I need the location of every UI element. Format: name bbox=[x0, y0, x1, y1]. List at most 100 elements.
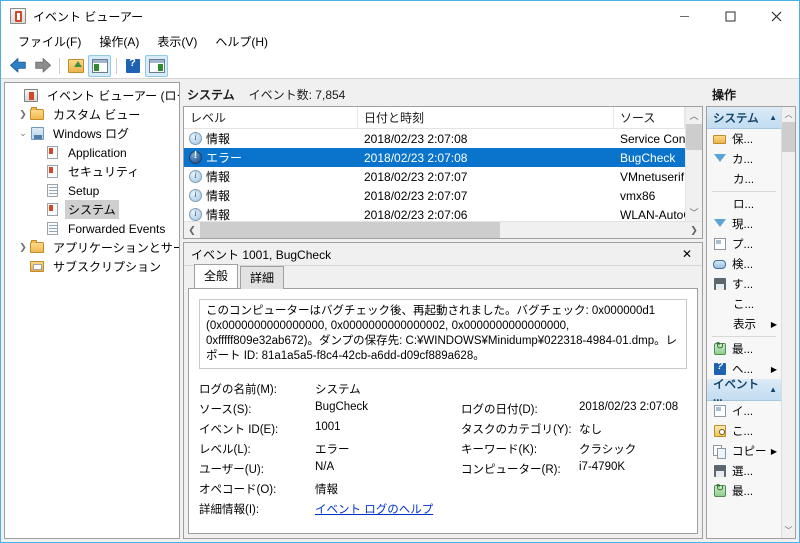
field-label-task-category: タスクのカテゴリ(Y): bbox=[461, 424, 572, 436]
expander-expanded-icon[interactable]: ⌄ bbox=[16, 128, 30, 139]
submenu-arrow-icon[interactable]: ▶ bbox=[771, 365, 781, 374]
action-filter-current-log[interactable]: 現... bbox=[707, 214, 781, 234]
table-row[interactable]: 情報 2018/02/23 2:07:07 vmx86 bbox=[184, 186, 685, 205]
field-label-log-name: ログの名前(M): bbox=[199, 384, 277, 396]
event-detail-pane: イベント 1001, BugCheck ✕ 全般 詳細 このコンピューターはバグ… bbox=[183, 242, 703, 539]
scroll-down-icon[interactable]: ﹀ bbox=[782, 523, 795, 538]
action-copy[interactable]: コピー ▶ bbox=[707, 441, 781, 461]
action-create-custom-view[interactable]: カ... bbox=[707, 149, 781, 169]
panel-left-icon[interactable] bbox=[88, 54, 111, 77]
action-attach-task[interactable]: こ... bbox=[707, 294, 781, 314]
error-icon bbox=[189, 150, 202, 164]
back-arrow-icon[interactable] bbox=[7, 55, 30, 77]
expander-collapsed-icon[interactable]: ❯ bbox=[16, 242, 30, 253]
tree-item-label: Setup bbox=[68, 183, 100, 198]
action-label: 選... bbox=[732, 466, 754, 478]
console-root-icon bbox=[24, 88, 40, 103]
scroll-thumb[interactable] bbox=[782, 122, 795, 152]
event-list-horizontal-scrollbar[interactable]: ❮ ❯ bbox=[184, 221, 702, 238]
event-grid: レベル 日付と時刻 ソース 情報 2018/02/23 2:07:08 bbox=[184, 107, 685, 221]
tab-details[interactable]: 詳細 bbox=[240, 266, 285, 289]
tab-general[interactable]: 全般 bbox=[194, 264, 239, 288]
close-button[interactable] bbox=[753, 1, 799, 31]
scroll-right-icon[interactable]: ❯ bbox=[686, 222, 702, 239]
column-header-datetime[interactable]: 日付と時刻 bbox=[358, 107, 614, 128]
tree-item-setup[interactable]: Setup bbox=[5, 181, 179, 200]
table-row[interactable]: 情報 2018/02/23 2:07:08 Service Contro bbox=[184, 129, 685, 148]
scroll-up-icon[interactable]: ︿ bbox=[782, 107, 795, 122]
tree-item-forwarded-events[interactable]: Forwarded Events bbox=[5, 219, 179, 238]
cell-datetime: 2018/02/23 2:07:08 bbox=[364, 150, 468, 165]
help-icon bbox=[712, 361, 728, 377]
tree-item-security[interactable]: セキュリティ bbox=[5, 162, 179, 181]
action-import-custom-view[interactable]: カ... bbox=[707, 169, 781, 189]
scroll-up-icon[interactable]: ︿ bbox=[686, 107, 702, 124]
minimize-button[interactable] bbox=[661, 1, 707, 31]
menu-file[interactable]: ファイル(F) bbox=[9, 31, 90, 53]
tree-item-system[interactable]: システム bbox=[5, 200, 179, 219]
action-group-event[interactable]: イベント ... ▲ bbox=[707, 379, 781, 404]
event-list-vertical-scrollbar[interactable]: ︿ ﹀ bbox=[685, 107, 702, 221]
panel-right-icon[interactable] bbox=[145, 54, 168, 77]
scroll-thumb[interactable] bbox=[200, 222, 501, 238]
event-properties-icon bbox=[712, 404, 728, 419]
action-view[interactable]: 表示 ▶ bbox=[707, 314, 781, 334]
event-log-help-link[interactable]: イベント ログのヘルプ bbox=[315, 501, 461, 517]
menu-help[interactable]: ヘルプ(H) bbox=[206, 31, 277, 53]
action-find[interactable]: 検... bbox=[707, 254, 781, 274]
action-clear-log[interactable]: ロ... bbox=[707, 194, 781, 214]
expander-collapsed-icon[interactable]: ❯ bbox=[16, 109, 30, 120]
action-group-system[interactable]: システム ▲ bbox=[707, 107, 781, 129]
field-value-event-id: 1001 bbox=[315, 421, 341, 433]
close-icon[interactable]: ✕ bbox=[675, 244, 699, 264]
scroll-thumb[interactable] bbox=[686, 124, 702, 150]
folder-icon bbox=[30, 240, 46, 255]
maximize-button[interactable] bbox=[707, 1, 753, 31]
column-header-level[interactable]: レベル bbox=[184, 107, 358, 128]
table-row[interactable]: 情報 2018/02/23 2:07:06 WLAN-AutoC bbox=[184, 205, 685, 221]
tree-item-root[interactable]: イベント ビューアー (ローカル) bbox=[5, 86, 179, 105]
field-label-event-id: イベント ID(E): bbox=[199, 424, 279, 436]
submenu-arrow-icon[interactable]: ▶ bbox=[771, 320, 781, 329]
tree-item-application[interactable]: Application bbox=[5, 143, 179, 162]
open-saved-log-icon bbox=[712, 132, 728, 147]
tree-item-applications-and-services-logs[interactable]: ❯ アプリケーションとサービス ログ bbox=[5, 238, 179, 257]
collapse-caret-icon[interactable]: ▲ bbox=[769, 385, 777, 394]
tree-item-subscriptions[interactable]: サブスクリプション bbox=[5, 257, 179, 276]
tree-item-windows-logs[interactable]: ⌄ Windows ログ bbox=[5, 124, 179, 143]
action-properties[interactable]: プ... bbox=[707, 234, 781, 254]
column-header-source[interactable]: ソース bbox=[614, 107, 685, 128]
action-event-properties[interactable]: イ... bbox=[707, 401, 781, 421]
action-label: イ... bbox=[732, 406, 754, 418]
field-value-source: BugCheck bbox=[315, 401, 369, 413]
center-pane: システム イベント数: 7,854 レベル 日付と時刻 ソース i 情報 201… bbox=[183, 82, 703, 539]
help-icon[interactable] bbox=[121, 55, 144, 77]
field-label-level: レベル(L): bbox=[199, 444, 251, 456]
menu-action[interactable]: 操作(A) bbox=[90, 31, 148, 53]
table-row[interactable]: エラー 2018/02/23 2:07:08 BugCheck bbox=[184, 148, 685, 167]
folder-up-icon[interactable] bbox=[64, 55, 87, 77]
attach-task-icon bbox=[712, 424, 728, 439]
menu-view[interactable]: 表示(V) bbox=[148, 31, 206, 53]
cell-source: WLAN-AutoC bbox=[620, 207, 685, 222]
action-save-selected-events[interactable]: 選... bbox=[707, 461, 781, 481]
submenu-arrow-icon[interactable]: ▶ bbox=[771, 447, 781, 456]
actions-scrollbar[interactable]: ︿ ﹀ bbox=[781, 107, 795, 538]
action-save-all-events[interactable]: す... bbox=[707, 274, 781, 294]
tree-item-label: サブスクリプション bbox=[53, 260, 162, 274]
forward-arrow-icon[interactable] bbox=[31, 55, 54, 77]
tree-item-label: Forwarded Events bbox=[68, 221, 166, 236]
scroll-left-icon[interactable]: ❮ bbox=[184, 222, 200, 239]
action-attach-task-to-event[interactable]: こ... bbox=[707, 421, 781, 441]
action-open-saved-log[interactable]: 保... bbox=[707, 129, 781, 149]
table-row[interactable]: 情報 2018/02/23 2:07:07 VMnetuserif bbox=[184, 167, 685, 186]
scroll-down-icon[interactable]: ﹀ bbox=[686, 204, 702, 221]
action-label: 最... bbox=[732, 486, 754, 498]
tree-item-custom-views[interactable]: ❯ カスタム ビュー bbox=[5, 105, 179, 124]
action-refresh-event[interactable]: 最... bbox=[707, 481, 781, 501]
action-refresh[interactable]: 最... bbox=[707, 339, 781, 359]
collapse-caret-icon[interactable]: ▲ bbox=[769, 113, 777, 122]
cell-datetime: 2018/02/23 2:07:07 bbox=[364, 188, 468, 203]
column-headers: レベル 日付と時刻 ソース bbox=[184, 107, 685, 129]
cell-level: 情報 bbox=[184, 168, 358, 185]
